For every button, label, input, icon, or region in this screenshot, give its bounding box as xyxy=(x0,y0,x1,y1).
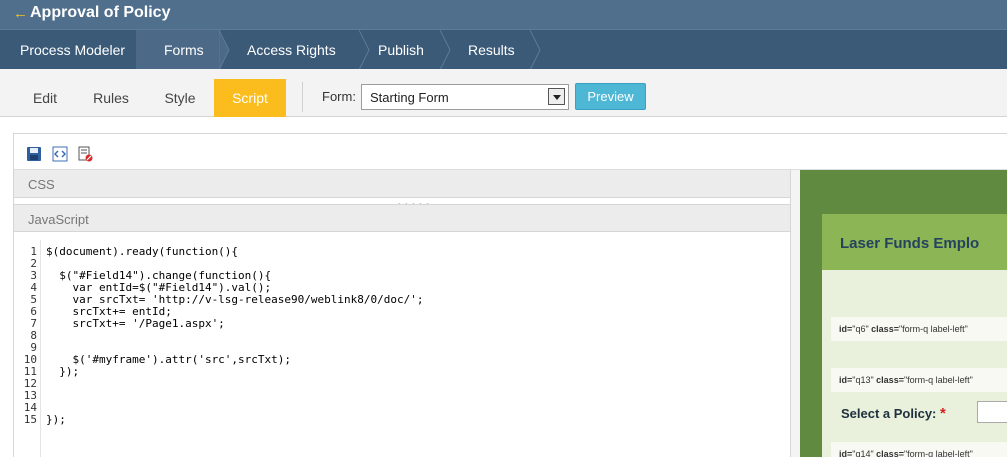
field-id-tag: id="q14" class="form-q label-left" xyxy=(831,442,1007,457)
arrow-left-icon[interactable]: ← xyxy=(13,5,28,22)
id-attr: id= xyxy=(839,324,853,334)
id-value: "q13" xyxy=(852,375,874,385)
code-line: $(document).ready(function(){ xyxy=(46,245,239,258)
chevron-right-icon xyxy=(530,30,541,70)
field-id-tag: id="q13" class="form-q label-left" xyxy=(831,368,1007,392)
id-value: "q6" xyxy=(852,324,869,334)
form-toolbar: Edit Rules Style Script Form: Starting F… xyxy=(0,69,1007,117)
toolbar-divider xyxy=(302,82,303,112)
nav-label: Publish xyxy=(378,42,424,58)
dropdown-arrow-icon[interactable] xyxy=(548,88,565,105)
nav-label: Access Rights xyxy=(247,42,336,58)
select-policy-label: Select a Policy: * xyxy=(841,405,946,422)
process-nav: Process Modeler Forms Access Rights Publ… xyxy=(0,29,1007,70)
class-value: "form-q label-left" xyxy=(903,375,973,385)
nav-forms[interactable]: Forms xyxy=(136,30,230,70)
form-select[interactable]: Starting Form xyxy=(361,84,569,110)
clear-icon[interactable] xyxy=(77,146,93,162)
title-bar: ← Approval of Policy xyxy=(0,0,1007,29)
class-attr: class= xyxy=(868,324,899,334)
nav-publish[interactable]: Publish xyxy=(359,30,451,70)
class-attr: class= xyxy=(873,449,904,457)
script-editor: CSS • • • • • JavaScript 1 2 3 4 5 6 7 8… xyxy=(13,133,1007,457)
required-mark: * xyxy=(940,405,946,422)
field-id-tag: id="q6" class="form-q label-left" xyxy=(831,317,1007,341)
form-preview-pane: Laser Funds Emplo id="q6" class="form-q … xyxy=(800,170,1007,457)
line-number-gutter: 1 2 3 4 5 6 7 8 9 10 11 12 13 14 15 xyxy=(14,240,41,457)
tab-rules[interactable]: Rules xyxy=(80,79,142,117)
id-attr: id= xyxy=(839,375,853,385)
class-attr: class= xyxy=(873,375,904,385)
nav-access-rights[interactable]: Access Rights xyxy=(219,30,370,70)
form-label: Form: xyxy=(322,89,356,104)
nav-label: Forms xyxy=(164,42,204,58)
form-preview-card: Laser Funds Emplo id="q6" class="form-q … xyxy=(822,214,1007,457)
preview-button[interactable]: Preview xyxy=(575,83,646,110)
id-value: "q14" xyxy=(852,449,874,457)
code-line: }); xyxy=(46,365,80,378)
class-value: "form-q label-left" xyxy=(903,449,973,457)
pane-splitter[interactable] xyxy=(790,170,800,457)
id-attr: id= xyxy=(839,449,853,457)
form-heading: Laser Funds Emplo xyxy=(822,214,1007,270)
select-policy-input[interactable] xyxy=(977,401,1007,423)
code-icon[interactable] xyxy=(52,146,68,162)
tab-edit[interactable]: Edit xyxy=(14,79,76,117)
page-title: Approval of Policy xyxy=(30,4,171,21)
nav-results[interactable]: Results xyxy=(440,30,541,70)
code-line: srcTxt+= '/Page1.aspx'; xyxy=(46,317,225,330)
javascript-code-editor[interactable]: 1 2 3 4 5 6 7 8 9 10 11 12 13 14 15 $(do… xyxy=(14,240,790,457)
form-select-value: Starting Form xyxy=(370,90,449,105)
editor-icon-bar xyxy=(14,134,1007,170)
code-line: $('#myframe').attr('src',srcTxt); xyxy=(46,353,292,366)
css-section-header[interactable]: CSS xyxy=(14,170,790,198)
tab-style[interactable]: Style xyxy=(148,79,212,117)
save-icon[interactable] xyxy=(26,146,42,162)
javascript-section-header[interactable]: JavaScript xyxy=(14,204,790,232)
field-label-text: Select a Policy: xyxy=(841,406,937,421)
code-line: }); xyxy=(46,413,66,426)
line-number: 15 xyxy=(23,413,37,426)
nav-label: Results xyxy=(468,42,515,58)
class-value: "form-q label-left" xyxy=(898,324,968,334)
tab-script[interactable]: Script xyxy=(214,79,286,117)
nav-process-modeler[interactable]: Process Modeler xyxy=(0,30,147,70)
code-pane: CSS • • • • • JavaScript 1 2 3 4 5 6 7 8… xyxy=(14,170,790,457)
nav-label: Process Modeler xyxy=(20,42,126,58)
